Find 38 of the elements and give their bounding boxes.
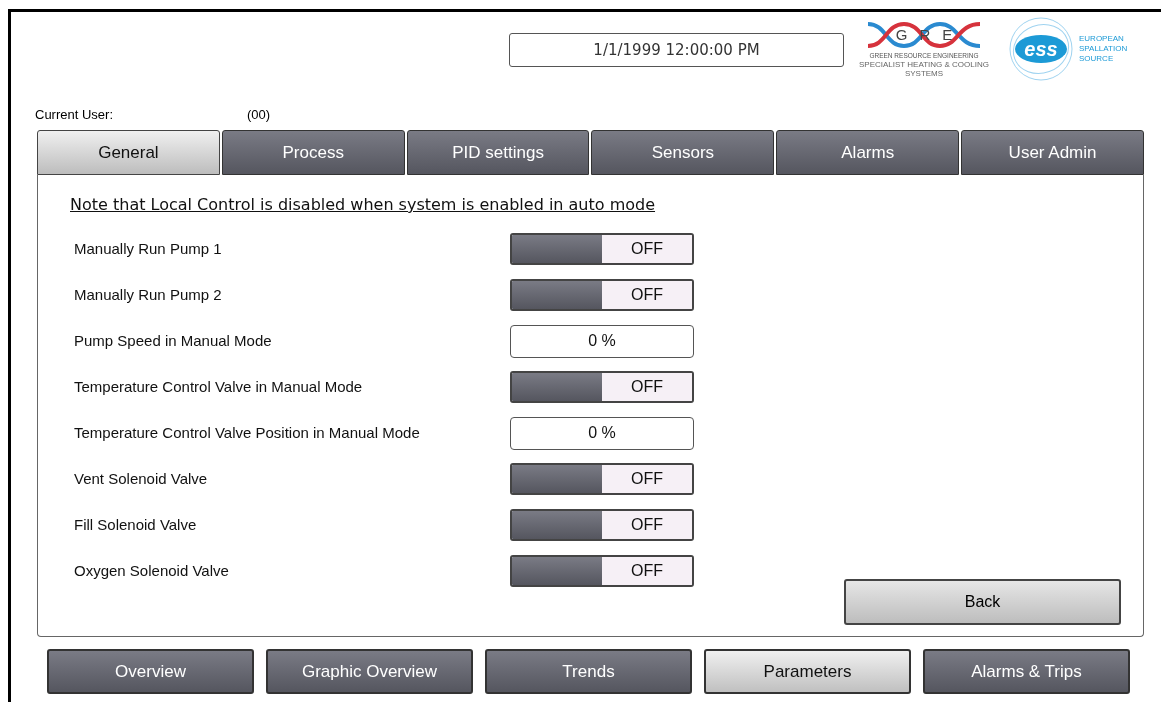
tab[interactable]: General [37, 130, 220, 175]
toggle-switch[interactable]: OFF [510, 371, 694, 403]
nav-button[interactable]: Trends [485, 649, 692, 694]
toggle-switch[interactable]: OFF [510, 233, 694, 265]
nav-button[interactable]: Parameters [704, 649, 911, 694]
value-field[interactable]: 0 % [510, 324, 694, 358]
logo-tagline: SPECIALIST HEATING & COOLING SYSTEMS [859, 60, 989, 78]
logo-text: SOURCE [1079, 54, 1115, 64]
note-text: Note that Local Control is disabled when system is enabled in auto mode [70, 194, 656, 216]
setting-label: Temperature Control Valve in Manual Mode [74, 376, 364, 397]
toggle-switch[interactable]: OFF [510, 509, 694, 541]
date-time-display: 1/1/1999 12:00:00 PM [509, 33, 844, 67]
value-field[interactable]: 0 % [510, 416, 694, 450]
current-user-label: Current User: [35, 106, 114, 124]
setting-label: Temperature Control Valve Position in Manual Mode [74, 422, 421, 443]
setting-label: Oxygen Solenoid Valve [74, 560, 230, 581]
nav-button[interactable]: Graphic Overview [266, 649, 473, 694]
toggle-switch[interactable]: OFF [510, 555, 694, 587]
back-button[interactable]: Back [844, 579, 1121, 625]
setting-label: Manually Run Pump 1 [74, 238, 223, 259]
toggle-switch[interactable]: OFF [510, 279, 694, 311]
setting-label: Fill Solenoid Valve [74, 514, 198, 535]
setting-label: Manually Run Pump 2 [74, 284, 223, 305]
toggle-switch[interactable]: OFF [510, 463, 694, 495]
tab[interactable]: Sensors [591, 130, 775, 175]
logo-text: EUROPEAN [1079, 34, 1125, 44]
tab[interactable]: Process [221, 130, 405, 175]
tab[interactable]: User Admin [961, 130, 1144, 175]
nav-button[interactable]: Alarms & Trips [923, 649, 1130, 694]
setting-label: Vent Solenoid Valve [74, 468, 209, 489]
nav-button[interactable]: Overview [47, 649, 254, 694]
setting-label: Pump Speed in Manual Mode [74, 330, 273, 351]
tab[interactable]: PID settings [406, 130, 590, 175]
tab[interactable]: Alarms [776, 130, 960, 175]
logo-text: SPALLATION [1079, 44, 1128, 54]
helix-logo-drawing: G R E [866, 18, 982, 52]
current-user-value: (00) [247, 106, 271, 124]
ess-logo: ess [1007, 16, 1075, 82]
